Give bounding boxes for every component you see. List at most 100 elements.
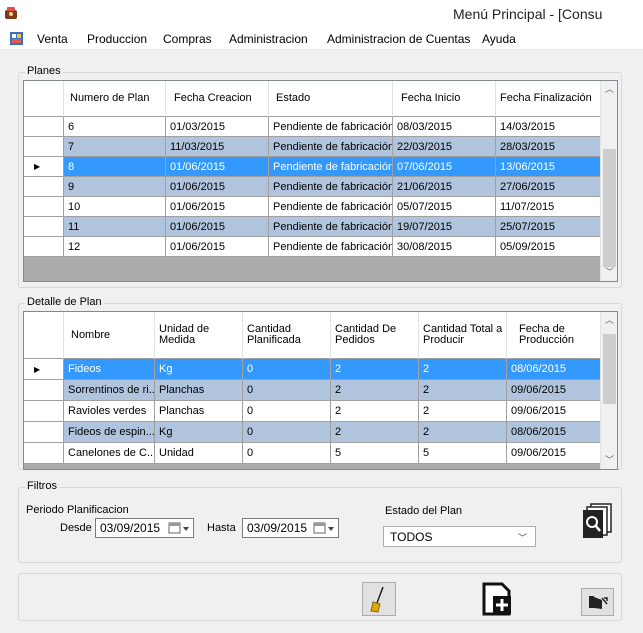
planes-row[interactable]: 7 11/03/2015 Pendiente de fabricación 22/03… [24,137,617,157]
scroll-down-icon[interactable]: ﹀ [601,264,617,281]
planes-row[interactable]: ▶ 8 01/06/2015 Pendiente de fabricación 07/0… [24,157,617,177]
planes-cell[interactable]: Pendiente de fabricación [269,217,393,237]
planes-cell[interactable]: Pendiente de fabricación [269,157,393,177]
planes-cell[interactable]: 28/03/2015 [496,137,602,157]
detalle-grid[interactable]: Nombre Unidad de Medida Cantidad Planifi… [23,311,618,470]
planes-col-creacion[interactable]: Fecha Creacion [166,81,269,117]
planes-cell[interactable]: 8 [64,157,166,177]
planes-cell[interactable]: 30/08/2015 [393,237,496,257]
scroll-down-icon[interactable]: ﹀ [601,452,617,469]
planes-row[interactable]: 11 01/06/2015 Pendiente de fabricación 19/0… [24,217,617,237]
detalle-row[interactable]: Canelones de C... Unidad 0 5 5 09/06/2015 [24,443,617,464]
calendar-icon[interactable] [313,522,335,535]
detalle-cell[interactable]: 0 [243,380,331,401]
row-header[interactable]: ▶ [24,157,64,177]
planes-row[interactable]: 10 01/06/2015 Pendiente de fabricación 05/0… [24,197,617,217]
row-header[interactable] [24,237,64,257]
row-header[interactable] [24,380,64,401]
planes-col-inicio[interactable]: Fecha Inicio [393,81,496,117]
detalle-cell[interactable]: 08/06/2015 [507,359,602,380]
planes-cell[interactable]: 01/03/2015 [166,117,269,137]
planes-cell[interactable]: 7 [64,137,166,157]
planes-cell[interactable]: 9 [64,177,166,197]
detalle-row[interactable]: Sorrentinos de ri... Planchas 0 2 2 09/06/201… [24,380,617,401]
detalle-col-planificada[interactable]: Cantidad Planificada [243,312,331,359]
detalle-cell[interactable]: 5 [419,443,507,464]
detalle-cell[interactable]: 5 [331,443,419,464]
detalle-col-pedidos[interactable]: Cantidad De Pedidos [331,312,419,359]
detalle-row[interactable]: ▶ Fideos Kg 0 2 2 08/06/2015 [24,359,617,380]
planes-cell[interactable]: Pendiente de fabricación [269,137,393,157]
menu-compras[interactable]: Compras [163,32,212,46]
planes-cell[interactable]: 01/06/2015 [166,157,269,177]
detalle-cell[interactable]: 2 [331,380,419,401]
planes-cell[interactable]: 01/06/2015 [166,217,269,237]
menu-produccion[interactable]: Produccion [87,32,147,46]
detalle-cell[interactable]: 2 [331,422,419,443]
menu-venta[interactable]: Venta [37,32,68,46]
detalle-cell[interactable]: Fideos de espin... [64,422,155,443]
planes-col-numero[interactable]: Numero de Plan [64,81,166,117]
row-header[interactable] [24,137,64,157]
planes-cell[interactable]: 11/03/2015 [166,137,269,157]
detalle-scrollbar[interactable]: ︿ ﹀ [600,312,617,469]
scroll-up-icon[interactable]: ︿ [601,312,617,329]
detalle-cell[interactable]: Sorrentinos de ri... [64,380,155,401]
detalle-col-unidad[interactable]: Unidad de Medida [155,312,243,359]
detalle-cell[interactable]: 09/06/2015 [507,401,602,422]
planes-cell[interactable]: 10 [64,197,166,217]
detalle-cell[interactable]: 08/06/2015 [507,422,602,443]
detalle-cell[interactable]: Kg [155,359,243,380]
hasta-date-picker[interactable]: 03/09/2015 [242,518,339,538]
menu-ayuda[interactable]: Ayuda [482,32,516,46]
clear-button[interactable] [362,582,396,616]
detalle-cell[interactable]: 2 [331,359,419,380]
planes-cell[interactable]: 12 [64,237,166,257]
planes-cell[interactable]: 22/03/2015 [393,137,496,157]
detalle-cell[interactable]: 2 [331,401,419,422]
planes-cell[interactable]: 6 [64,117,166,137]
detalle-cell[interactable]: Planchas [155,401,243,422]
detalle-row[interactable]: Ravioles verdes Planchas 0 2 2 09/06/2015 [24,401,617,422]
new-plan-button[interactable] [479,582,514,617]
detalle-cell[interactable]: Ravioles verdes [64,401,155,422]
detalle-col-nombre[interactable]: Nombre [64,312,155,359]
detalle-cell[interactable]: 2 [419,422,507,443]
detalle-cell[interactable]: Kg [155,422,243,443]
planes-cell[interactable]: 01/06/2015 [166,237,269,257]
detalle-cell[interactable]: 0 [243,422,331,443]
planes-scrollbar[interactable]: ︿ ﹀ [600,81,617,281]
planes-cell[interactable]: 14/03/2015 [496,117,602,137]
planes-cell[interactable]: Pendiente de fabricación [269,117,393,137]
detalle-cell[interactable]: Fideos [64,359,155,380]
detalle-cell[interactable]: Unidad [155,443,243,464]
row-header[interactable] [24,117,64,137]
detalle-cell[interactable]: Canelones de C... [64,443,155,464]
detalle-cell[interactable]: 2 [419,359,507,380]
planes-col-finalizacion[interactable]: Fecha Finalización [496,81,602,117]
detalle-cell[interactable]: 0 [243,359,331,380]
planes-cell[interactable]: 07/06/2015 [393,157,496,177]
planes-cell[interactable]: 25/07/2015 [496,217,602,237]
detalle-cell[interactable]: 2 [419,401,507,422]
planes-scroll-thumb[interactable] [603,149,616,267]
detalle-cell[interactable]: 09/06/2015 [507,380,602,401]
planes-cell[interactable]: Pendiente de fabricación [269,177,393,197]
planes-cell[interactable]: 21/06/2015 [393,177,496,197]
planes-cell[interactable]: 05/07/2015 [393,197,496,217]
row-header[interactable]: ▶ [24,359,64,380]
form-icon[interactable] [10,32,23,45]
desde-date-picker[interactable]: 03/09/2015 [95,518,194,538]
planes-cell[interactable]: 19/07/2015 [393,217,496,237]
scroll-up-icon[interactable]: ︿ [601,81,617,98]
planes-cell[interactable]: 05/09/2015 [496,237,602,257]
detalle-col-fecha[interactable]: Fecha de Producción [507,312,602,359]
detalle-cell[interactable]: 0 [243,401,331,422]
planes-cell[interactable]: 08/03/2015 [393,117,496,137]
row-header[interactable] [24,217,64,237]
row-header[interactable] [24,422,64,443]
row-header[interactable] [24,177,64,197]
menu-administracion-cuentas[interactable]: Administracion de Cuentas [327,32,470,46]
planes-cell[interactable]: 01/06/2015 [166,177,269,197]
detalle-cell[interactable]: Planchas [155,380,243,401]
